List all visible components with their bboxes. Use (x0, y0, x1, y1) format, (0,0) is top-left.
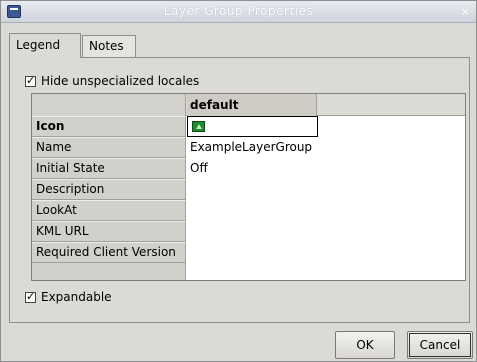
grid-row-kml-url: KML URL (32, 221, 465, 242)
name-value-cell[interactable]: ExampleLayerGroup (187, 137, 465, 158)
kml-url-value-cell[interactable] (187, 221, 465, 242)
layer-group-icon[interactable] (192, 121, 205, 132)
dialog-button-bar: OK Cancel (1, 328, 476, 362)
grid-row-description: Description (32, 179, 465, 200)
row-label-lookat: LookAt (32, 200, 186, 221)
initial-state-value-cell[interactable]: Off (187, 158, 465, 179)
title-bar[interactable]: Layer Group Properties × (1, 1, 476, 23)
row-label-kml-url: KML URL (32, 221, 186, 242)
grid-row-initial-state: Initial State Off (32, 158, 465, 179)
hide-unspecialized-label: Hide unspecialized locales (41, 74, 200, 88)
row-label-description: Description (32, 179, 186, 200)
row-label-icon: Icon (32, 116, 186, 137)
grid-row-required-client-version: Required Client Version (32, 242, 465, 263)
tab-notes[interactable]: Notes (82, 35, 136, 57)
row-label-initial-state: Initial State (32, 158, 186, 179)
hide-unspecialized-checkbox[interactable] (25, 74, 36, 87)
tab-legend[interactable]: Legend (9, 33, 81, 58)
grid-row-name: Name ExampleLayerGroup (32, 137, 465, 158)
close-icon[interactable]: × (457, 4, 473, 20)
window-title: Layer Group Properties (163, 4, 314, 18)
required-client-version-value-cell[interactable] (187, 242, 465, 263)
ok-button[interactable]: OK (335, 331, 395, 359)
properties-grid: default Icon Name ExampleLayerGroup Init… (31, 93, 466, 281)
column-header-default[interactable]: default (187, 94, 317, 116)
grid-row-icon: Icon (32, 116, 465, 137)
expandable-checkbox[interactable] (25, 290, 36, 303)
expandable-label: Expandable (41, 290, 112, 304)
grid-row-lookat: LookAt (32, 200, 465, 221)
layer-group-properties-dialog: Layer Group Properties × Legend Notes Hi… (0, 0, 477, 362)
lookat-value-cell[interactable] (187, 200, 465, 221)
description-value-cell[interactable] (187, 179, 465, 200)
grid-corner (32, 94, 186, 116)
grid-header-row: default (32, 94, 465, 116)
row-label-required-client-version: Required Client Version (32, 242, 186, 263)
expandable-option[interactable]: Expandable (25, 290, 112, 304)
icon-value-cell[interactable] (187, 116, 318, 137)
row-label-name: Name (32, 137, 186, 158)
hide-unspecialized-locales-option[interactable]: Hide unspecialized locales (25, 74, 199, 88)
grid-row-header-filler (32, 263, 186, 280)
cancel-button[interactable]: Cancel (407, 331, 473, 359)
